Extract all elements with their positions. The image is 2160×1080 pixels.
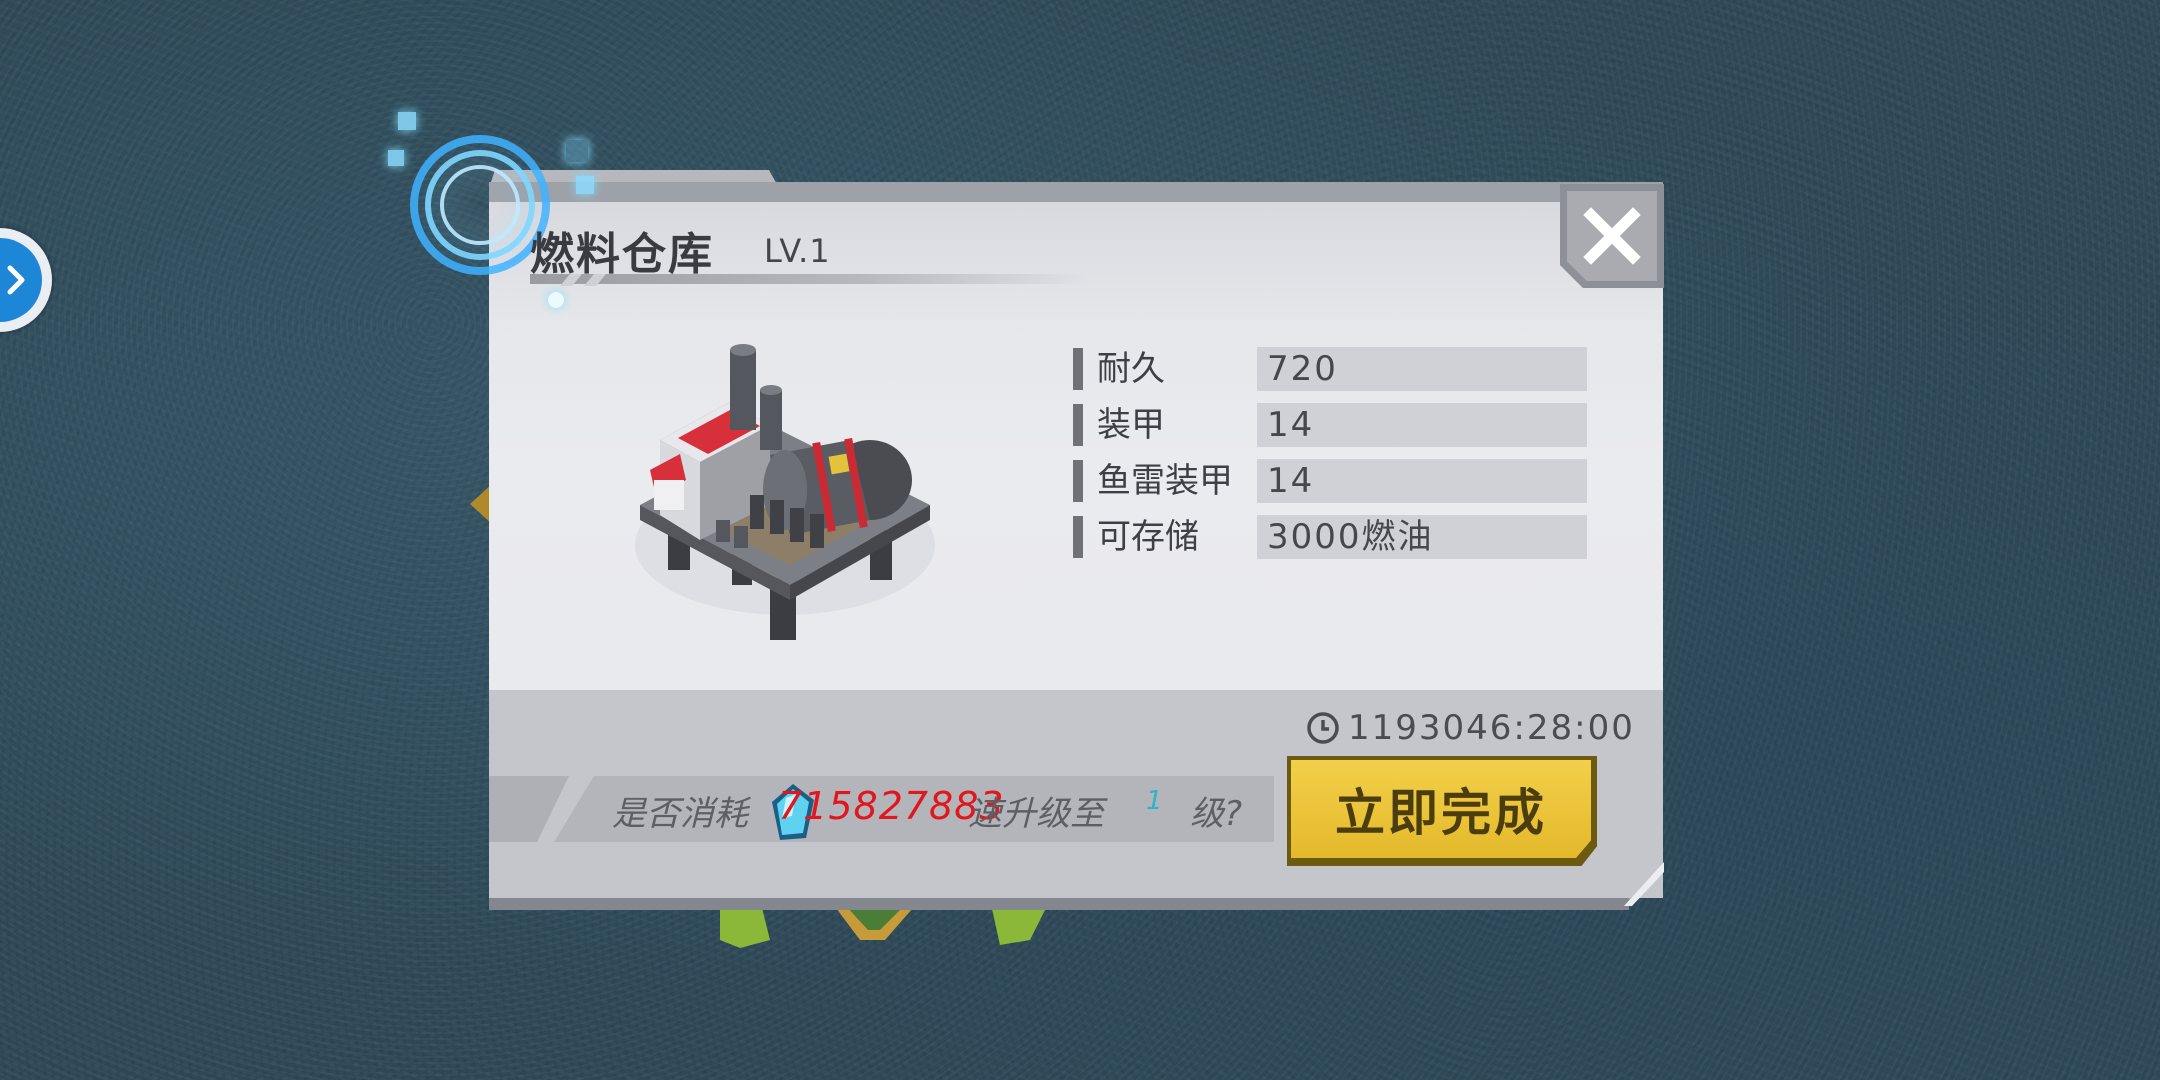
- stat-row-torpedo-armor: 鱼雷装甲 14: [1073, 458, 1589, 514]
- stat-row-storage: 可存储 3000燃油: [1073, 514, 1589, 570]
- timer-value: 1193046:28:00: [1348, 708, 1635, 748]
- close-icon: [1583, 207, 1641, 265]
- finish-now-label: 立即完成: [1335, 784, 1547, 842]
- stats-panel: 耐久 720 装甲 14 鱼雷装甲 14 可存储 3000燃油: [1073, 346, 1589, 570]
- glow-particle: [548, 292, 564, 308]
- glow-particle: [576, 176, 594, 194]
- map-marker-icon: [470, 484, 492, 524]
- prompt-suffix: 级?: [1190, 794, 1243, 834]
- stat-row-durability: 耐久 720: [1073, 346, 1589, 402]
- fuel-depot-building-image: [635, 344, 935, 640]
- stat-label: 鱼雷装甲: [1097, 461, 1233, 501]
- stat-label: 耐久: [1097, 349, 1165, 389]
- glow-particle: [388, 150, 404, 166]
- stat-value: 14: [1267, 405, 1315, 445]
- building-name: 燃料仓库: [530, 229, 714, 280]
- stat-row-armor: 装甲 14: [1073, 402, 1589, 458]
- stat-value: 14: [1267, 461, 1315, 501]
- stat-value: 720: [1267, 349, 1338, 389]
- dialog-bottom-edge: [489, 898, 1629, 910]
- chevron-right-icon: [7, 265, 25, 295]
- stat-value: 3000燃油: [1267, 517, 1434, 557]
- close-button[interactable]: [1560, 184, 1664, 288]
- prompt-middle: 速升级至: [968, 794, 1104, 834]
- title-stripes: [560, 274, 606, 286]
- glow-particle: [398, 112, 416, 130]
- glow-particle: [566, 140, 588, 162]
- finish-now-button[interactable]: 立即完成: [1287, 756, 1597, 866]
- clock-icon: [1307, 712, 1339, 744]
- stat-label: 可存储: [1097, 517, 1199, 557]
- upgrade-timer: 1193046:28:00: [1306, 708, 1635, 748]
- building-level: LV.1: [764, 232, 831, 270]
- dialog-corner-accent: [1624, 862, 1664, 906]
- target-level: 1: [1146, 786, 1163, 816]
- stat-label: 装甲: [1097, 405, 1165, 445]
- prompt-prefix: 是否消耗: [612, 794, 748, 834]
